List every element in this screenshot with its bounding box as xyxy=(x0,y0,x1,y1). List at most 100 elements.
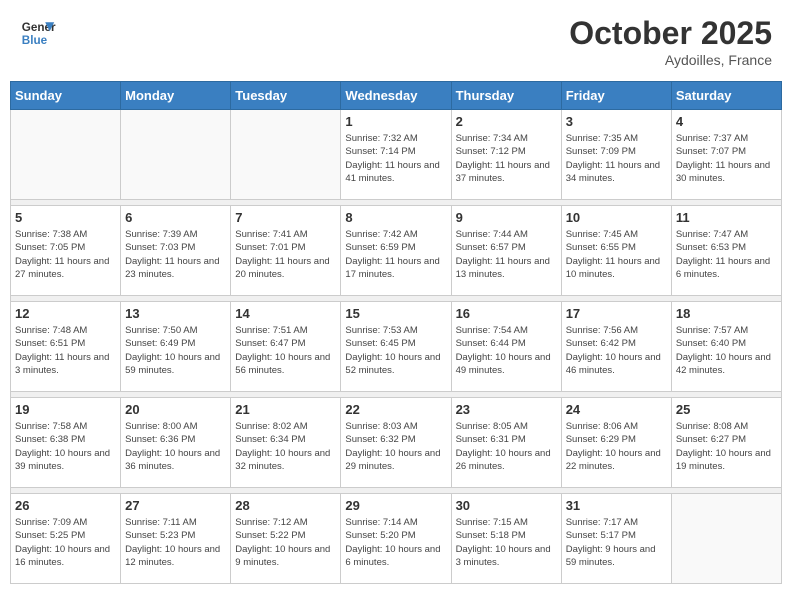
calendar-cell: 3Sunrise: 7:35 AM Sunset: 7:09 PM Daylig… xyxy=(561,110,671,200)
day-info: Sunrise: 7:44 AM Sunset: 6:57 PM Dayligh… xyxy=(456,228,557,281)
day-number: 16 xyxy=(456,306,557,321)
title-block: October 2025 Aydoilles, France xyxy=(569,15,772,68)
day-number: 18 xyxy=(676,306,777,321)
day-info: Sunrise: 8:06 AM Sunset: 6:29 PM Dayligh… xyxy=(566,420,667,473)
calendar-week-row: 1 Sunrise: 7:32 AM Sunset: 7:14 PM Daylig… xyxy=(11,110,782,200)
day-number: 6 xyxy=(125,210,226,225)
day-number: 28 xyxy=(235,498,336,513)
day-number: 19 xyxy=(15,402,116,417)
calendar-cell: 11 Sunrise: 7:47 AM Sunset: 6:53 PM Dayli… xyxy=(671,206,781,296)
day-number: 1 xyxy=(345,114,446,129)
day-number: 13 xyxy=(125,306,226,321)
day-info: Sunrise: 7:35 AM Sunset: 7:09 PM Dayligh… xyxy=(566,132,667,185)
day-number: 25 xyxy=(676,402,777,417)
calendar-cell: 16 Sunrise: 7:54 AM Sunset: 6:44 PM Dayli… xyxy=(451,302,561,392)
calendar-cell: 1 Sunrise: 7:32 AM Sunset: 7:14 PM Daylig… xyxy=(341,110,451,200)
day-number: 22 xyxy=(345,402,446,417)
day-info: Sunrise: 7:09 AM Sunset: 5:25 PM Dayligh… xyxy=(15,516,116,569)
weekday-header-cell: Thursday xyxy=(451,82,561,110)
weekday-header-cell: Friday xyxy=(561,82,671,110)
day-number: 12 xyxy=(15,306,116,321)
day-info: Sunrise: 7:51 AM Sunset: 6:47 PM Dayligh… xyxy=(235,324,336,377)
logo: General Blue xyxy=(20,15,60,51)
weekday-header-cell: Sunday xyxy=(11,82,121,110)
day-info: Sunrise: 7:17 AM Sunset: 5:17 PM Dayligh… xyxy=(566,516,667,569)
day-number: 8 xyxy=(345,210,446,225)
day-number: 26 xyxy=(15,498,116,513)
day-number: 2 xyxy=(456,114,557,129)
logo-icon: General Blue xyxy=(20,15,56,51)
calendar-week-row: 5 Sunrise: 7:38 AM Sunset: 7:05 PM Daylig… xyxy=(11,206,782,296)
day-info: Sunrise: 7:50 AM Sunset: 6:49 PM Dayligh… xyxy=(125,324,226,377)
day-number: 9 xyxy=(456,210,557,225)
day-number: 24 xyxy=(566,402,667,417)
day-info: Sunrise: 7:14 AM Sunset: 5:20 PM Dayligh… xyxy=(345,516,446,569)
calendar-cell: 22 Sunrise: 8:03 AM Sunset: 6:32 PM Dayli… xyxy=(341,398,451,488)
calendar-week-row: 19 Sunrise: 7:58 AM Sunset: 6:38 PM Dayli… xyxy=(11,398,782,488)
day-info: Sunrise: 8:08 AM Sunset: 6:27 PM Dayligh… xyxy=(676,420,777,473)
day-number: 23 xyxy=(456,402,557,417)
calendar-cell: 7Sunrise: 7:41 AM Sunset: 7:01 PM Daylig… xyxy=(231,206,341,296)
calendar-cell: 17 Sunrise: 7:56 AM Sunset: 6:42 PM Dayli… xyxy=(561,302,671,392)
calendar-week-row: 12 Sunrise: 7:48 AM Sunset: 6:51 PM Dayli… xyxy=(11,302,782,392)
calendar-cell: 23 Sunrise: 8:05 AM Sunset: 6:31 PM Dayli… xyxy=(451,398,561,488)
calendar-cell: 31Sunrise: 7:17 AM Sunset: 5:17 PM Dayli… xyxy=(561,494,671,584)
calendar-cell: 15 Sunrise: 7:53 AM Sunset: 6:45 PM Dayli… xyxy=(341,302,451,392)
day-info: Sunrise: 7:54 AM Sunset: 6:44 PM Dayligh… xyxy=(456,324,557,377)
calendar-cell: 21 Sunrise: 8:02 AM Sunset: 6:34 PM Dayli… xyxy=(231,398,341,488)
calendar-cell xyxy=(11,110,121,200)
day-info: Sunrise: 7:42 AM Sunset: 6:59 PM Dayligh… xyxy=(345,228,446,281)
day-info: Sunrise: 7:39 AM Sunset: 7:03 PM Dayligh… xyxy=(125,228,226,281)
weekday-header-cell: Tuesday xyxy=(231,82,341,110)
calendar-cell: 19 Sunrise: 7:58 AM Sunset: 6:38 PM Dayli… xyxy=(11,398,121,488)
calendar-cell: 12 Sunrise: 7:48 AM Sunset: 6:51 PM Dayli… xyxy=(11,302,121,392)
svg-text:Blue: Blue xyxy=(22,34,48,47)
day-info: Sunrise: 7:34 AM Sunset: 7:12 PM Dayligh… xyxy=(456,132,557,185)
calendar-cell: 9 Sunrise: 7:44 AM Sunset: 6:57 PM Daylig… xyxy=(451,206,561,296)
calendar-cell: 5 Sunrise: 7:38 AM Sunset: 7:05 PM Daylig… xyxy=(11,206,121,296)
day-info: Sunrise: 8:03 AM Sunset: 6:32 PM Dayligh… xyxy=(345,420,446,473)
day-info: Sunrise: 7:58 AM Sunset: 6:38 PM Dayligh… xyxy=(15,420,116,473)
day-info: Sunrise: 7:11 AM Sunset: 5:23 PM Dayligh… xyxy=(125,516,226,569)
day-number: 15 xyxy=(345,306,446,321)
day-number: 5 xyxy=(15,210,116,225)
weekday-header-row: SundayMondayTuesdayWednesdayThursdayFrid… xyxy=(11,82,782,110)
weekday-header-cell: Wednesday xyxy=(341,82,451,110)
day-number: 17 xyxy=(566,306,667,321)
calendar-body: 1 Sunrise: 7:32 AM Sunset: 7:14 PM Daylig… xyxy=(11,110,782,584)
month-title: October 2025 xyxy=(569,15,772,52)
calendar-cell: 18Sunrise: 7:57 AM Sunset: 6:40 PM Dayli… xyxy=(671,302,781,392)
day-number: 11 xyxy=(676,210,777,225)
day-info: Sunrise: 8:05 AM Sunset: 6:31 PM Dayligh… xyxy=(456,420,557,473)
day-info: Sunrise: 7:56 AM Sunset: 6:42 PM Dayligh… xyxy=(566,324,667,377)
calendar-cell: 14 Sunrise: 7:51 AM Sunset: 6:47 PM Dayli… xyxy=(231,302,341,392)
day-info: Sunrise: 8:02 AM Sunset: 6:34 PM Dayligh… xyxy=(235,420,336,473)
calendar-cell: 8 Sunrise: 7:42 AM Sunset: 6:59 PM Daylig… xyxy=(341,206,451,296)
day-info: Sunrise: 7:48 AM Sunset: 6:51 PM Dayligh… xyxy=(15,324,116,377)
day-number: 27 xyxy=(125,498,226,513)
day-info: Sunrise: 7:32 AM Sunset: 7:14 PM Dayligh… xyxy=(345,132,446,185)
calendar-cell: 4Sunrise: 7:37 AM Sunset: 7:07 PM Daylig… xyxy=(671,110,781,200)
day-number: 21 xyxy=(235,402,336,417)
calendar-cell xyxy=(231,110,341,200)
day-info: Sunrise: 7:12 AM Sunset: 5:22 PM Dayligh… xyxy=(235,516,336,569)
day-info: Sunrise: 7:47 AM Sunset: 6:53 PM Dayligh… xyxy=(676,228,777,281)
calendar-cell: 29 Sunrise: 7:14 AM Sunset: 5:20 PM Dayli… xyxy=(341,494,451,584)
day-number: 29 xyxy=(345,498,446,513)
calendar-cell xyxy=(121,110,231,200)
calendar-cell: 10Sunrise: 7:45 AM Sunset: 6:55 PM Dayli… xyxy=(561,206,671,296)
page-header: General Blue October 2025 Aydoilles, Fra… xyxy=(10,10,782,73)
day-info: Sunrise: 7:38 AM Sunset: 7:05 PM Dayligh… xyxy=(15,228,116,281)
day-number: 14 xyxy=(235,306,336,321)
calendar-cell: 30Sunrise: 7:15 AM Sunset: 5:18 PM Dayli… xyxy=(451,494,561,584)
calendar-cell: 2 Sunrise: 7:34 AM Sunset: 7:12 PM Daylig… xyxy=(451,110,561,200)
weekday-header-cell: Saturday xyxy=(671,82,781,110)
day-info: Sunrise: 7:45 AM Sunset: 6:55 PM Dayligh… xyxy=(566,228,667,281)
day-info: Sunrise: 8:00 AM Sunset: 6:36 PM Dayligh… xyxy=(125,420,226,473)
calendar-week-row: 26 Sunrise: 7:09 AM Sunset: 5:25 PM Dayli… xyxy=(11,494,782,584)
calendar-cell: 6 Sunrise: 7:39 AM Sunset: 7:03 PM Daylig… xyxy=(121,206,231,296)
day-info: Sunrise: 7:15 AM Sunset: 5:18 PM Dayligh… xyxy=(456,516,557,569)
day-info: Sunrise: 7:53 AM Sunset: 6:45 PM Dayligh… xyxy=(345,324,446,377)
day-info: Sunrise: 7:41 AM Sunset: 7:01 PM Dayligh… xyxy=(235,228,336,281)
day-number: 4 xyxy=(676,114,777,129)
